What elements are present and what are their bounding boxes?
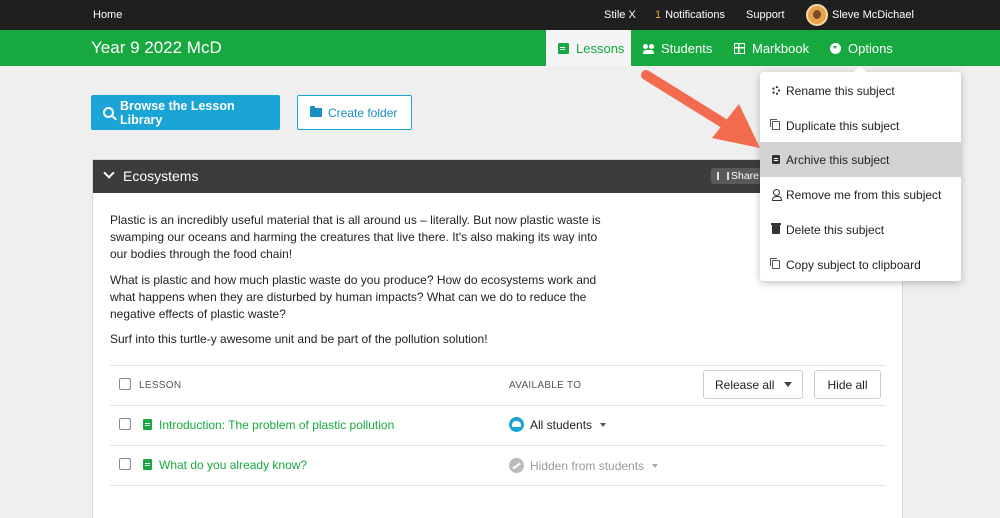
lesson-title: What do you already know? (159, 458, 308, 472)
notifications-link[interactable]: 1 Notifications (655, 9, 725, 21)
menu-item-delete[interactable]: Delete this subject (760, 212, 961, 247)
create-folder-button[interactable]: Create folder (297, 95, 412, 130)
tab-lessons-label: Lessons (576, 40, 625, 56)
menu-item-remove-me[interactable]: Remove me from this subject (760, 177, 961, 212)
user-icon (772, 189, 782, 201)
menu-item-copy-clipboard[interactable]: Copy subject to clipboard (760, 247, 961, 282)
lesson-link[interactable]: Introduction: The problem of plastic pol… (143, 418, 395, 432)
lesson-checkbox[interactable] (119, 418, 131, 430)
menu-item-label: Delete this subject (786, 222, 885, 237)
column-header-lesson: LESSON (139, 380, 182, 391)
global-top-bar: Home Stile X 1 Notifications Support Slev… (0, 0, 1000, 30)
menu-item-archive[interactable]: Archive this subject (760, 142, 961, 177)
menu-item-label: Rename this subject (786, 83, 895, 98)
chevron-down-icon[interactable] (103, 167, 115, 179)
subject-title: Year 9 2022 McD (91, 38, 222, 57)
lesson-checkbox[interactable] (119, 458, 131, 470)
grid-icon (734, 42, 745, 54)
availability-dropdown[interactable]: All students (509, 417, 607, 432)
students-icon (509, 417, 524, 432)
divider (110, 405, 886, 406)
options-menu: Rename this subject Duplicate this subje… (760, 66, 961, 282)
menu-item-label: Duplicate this subject (786, 118, 900, 133)
notification-count: 1 (655, 9, 662, 21)
caret-down-icon (652, 463, 659, 468)
subject-header: Year 9 2022 McD Lessons Students Markboo… (0, 30, 1000, 66)
release-all-button[interactable]: Release all (703, 370, 803, 399)
tab-markbook[interactable]: Markbook (734, 30, 809, 66)
tab-students[interactable]: Students (643, 30, 712, 66)
availability-dropdown[interactable]: Hidden from students (509, 458, 659, 473)
caret-down-icon (600, 422, 607, 427)
lesson-title: Introduction: The problem of plastic pol… (159, 418, 395, 432)
folder-description: What is plastic and how much plastic was… (110, 273, 597, 321)
menu-item-label: Copy subject to clipboard (786, 257, 921, 272)
avatar[interactable] (806, 4, 828, 26)
tab-options-label: Options (848, 40, 893, 56)
availability-label: All students (530, 417, 593, 432)
menu-item-label: Archive this subject (786, 152, 890, 167)
share-button[interactable]: Share (711, 168, 766, 184)
lesson-link[interactable]: What do you already know? (143, 458, 308, 472)
folder-icon (310, 106, 322, 117)
menu-item-rename[interactable]: Rename this subject (760, 73, 961, 108)
lesson-doc-icon (143, 419, 152, 430)
stile-x-link[interactable]: Stile X (604, 9, 636, 21)
divider (110, 485, 886, 486)
folder-description: Surf into this turtle-y awesome unit and… (110, 332, 488, 346)
folder-title: Ecosystems (123, 168, 199, 184)
people-icon (643, 43, 654, 54)
tab-markbook-label: Markbook (752, 40, 810, 56)
column-header-available: AVAILABLE TO (509, 380, 582, 391)
copy-icon (770, 119, 780, 130)
menu-item-label: Remove me from this subject (786, 187, 942, 202)
chevron-down-circle-icon (830, 42, 841, 54)
tab-lessons[interactable]: Lessons (546, 30, 631, 66)
availability-label: Hidden from students (530, 458, 645, 473)
gear-icon (772, 86, 780, 95)
home-link[interactable]: Home (93, 9, 122, 21)
lesson-doc-icon (558, 42, 569, 54)
notifications-label: Notifications (665, 9, 726, 21)
hide-all-button[interactable]: Hide all (814, 370, 881, 399)
archive-icon (772, 155, 780, 164)
release-all-label: Release all (715, 377, 775, 392)
user-menu[interactable]: Sleve McDichael (832, 9, 914, 21)
browse-label: Browse the Lesson Library (119, 98, 235, 127)
caret-down-icon (784, 382, 793, 387)
folder-description: Plastic is an incredibly useful material… (110, 213, 601, 261)
tab-options[interactable]: Options (830, 30, 893, 66)
menu-item-duplicate[interactable]: Duplicate this subject (760, 108, 961, 143)
browse-lesson-library-button[interactable]: Browse the Lesson Library (91, 95, 280, 130)
trash-icon (771, 223, 781, 234)
divider (110, 365, 886, 366)
tab-students-label: Students (661, 40, 713, 56)
divider (110, 445, 886, 446)
lesson-doc-icon (143, 459, 152, 470)
clipboard-icon (770, 258, 780, 269)
create-folder-label: Create folder (328, 105, 398, 120)
support-link[interactable]: Support (746, 9, 785, 21)
select-all-checkbox[interactable] (119, 378, 131, 390)
hidden-eye-icon (509, 458, 524, 473)
search-icon (103, 107, 114, 118)
